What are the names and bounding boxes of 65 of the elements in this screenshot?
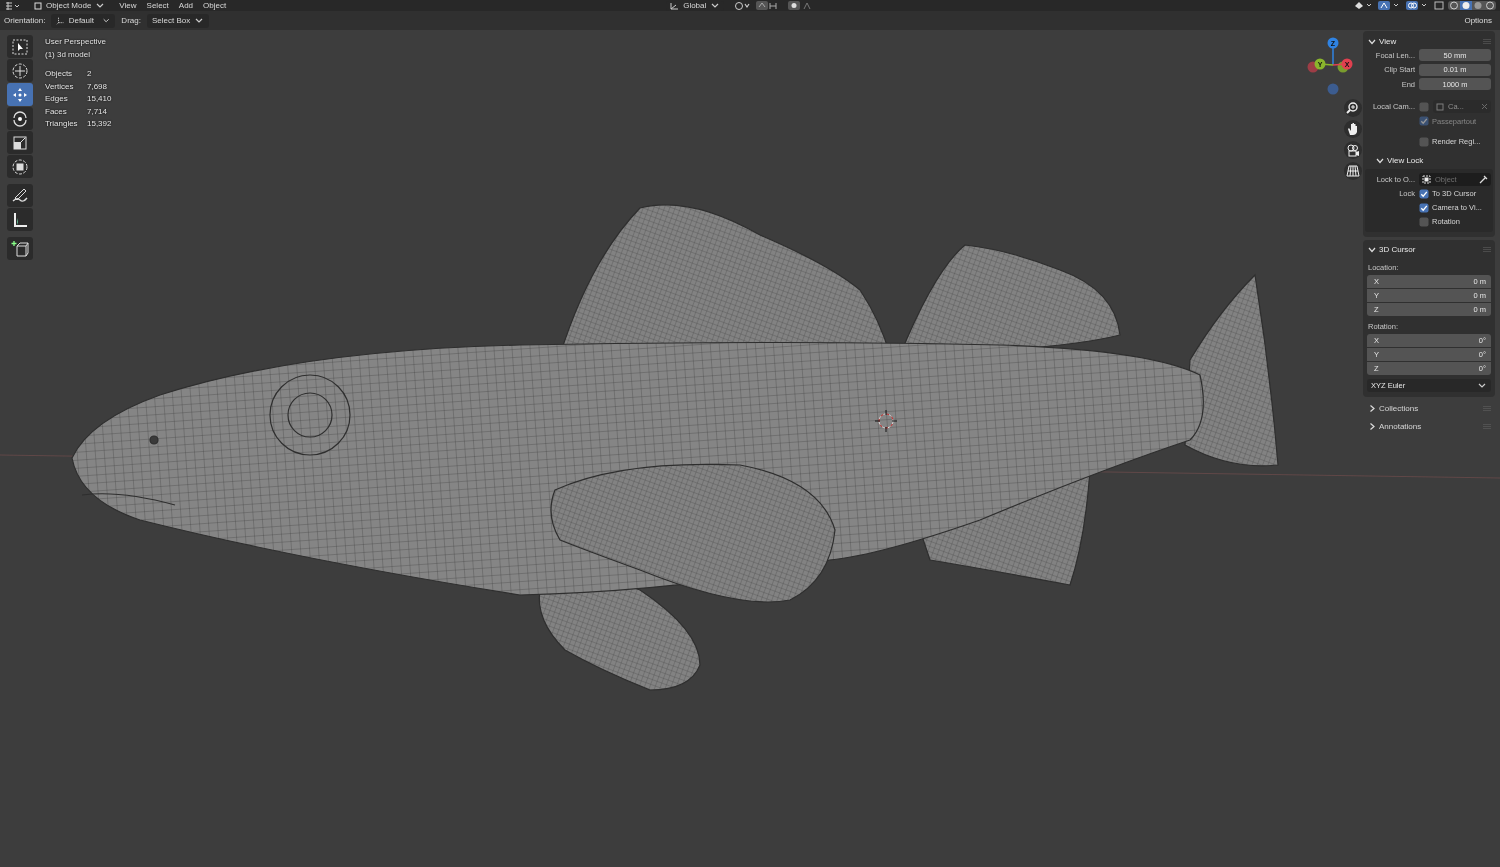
- camera-object-icon: [1436, 102, 1444, 111]
- drag-dropdown[interactable]: Select Box: [146, 13, 210, 28]
- crosshair-icon: [10, 60, 30, 81]
- tool-button[interactable]: [7, 155, 33, 178]
- menu-item[interactable]: View: [119, 1, 137, 10]
- tool-button[interactable]: [7, 208, 33, 231]
- drag-label: Drag:: [121, 16, 141, 25]
- caret-icon: [102, 16, 111, 25]
- editor-type-icon[interactable]: [4, 1, 20, 10]
- menu-item[interactable]: Select: [146, 1, 169, 10]
- object-icon: [1422, 174, 1431, 184]
- checkbox[interactable]: [1419, 202, 1429, 213]
- grid-icon[interactable]: [1344, 162, 1362, 180]
- checkbox[interactable]: [1419, 101, 1429, 112]
- zoom-icon[interactable]: [1344, 99, 1362, 117]
- tool-button[interactable]: [7, 184, 33, 207]
- caret-icon: [194, 16, 205, 25]
- object-name: (1) 3d model: [45, 48, 91, 61]
- stat-label: Vertices: [45, 80, 75, 93]
- eyedropper-icon[interactable]: [1479, 174, 1488, 184]
- checkbox[interactable]: [1419, 188, 1429, 199]
- panel-header[interactable]: Annotations: [1363, 417, 1495, 436]
- tool-button[interactable]: [7, 107, 33, 130]
- axes-icon: [670, 1, 680, 10]
- 3d-cursor-icon: [874, 409, 898, 433]
- panel-header[interactable]: 3D Cursor: [1367, 242, 1491, 257]
- shading-modes-icon[interactable]: [1448, 1, 1496, 10]
- stat-value: 7,714: [87, 105, 109, 118]
- panel-header[interactable]: View: [1367, 34, 1491, 48]
- stat-value: 15,392: [87, 118, 112, 130]
- panel-header[interactable]: Collections: [1363, 399, 1495, 418]
- select-box-icon: [10, 36, 30, 57]
- transform-orientation-icon: [56, 15, 65, 26]
- caret-icon: [95, 1, 106, 10]
- menu-item[interactable]: Add: [178, 1, 194, 10]
- caret-icon: [710, 1, 721, 10]
- view-name: User Perspective: [45, 36, 107, 48]
- stat-value: 7,698: [87, 80, 109, 93]
- orientation-label: Orientation:: [4, 16, 46, 25]
- axis-dot-icon[interactable]: [1327, 83, 1339, 95]
- rotate-icon: [10, 108, 30, 129]
- checkbox[interactable]: [1419, 136, 1429, 147]
- hand-icon[interactable]: [1344, 120, 1362, 138]
- drag-handle-icon[interactable]: [1483, 38, 1491, 44]
- checkbox[interactable]: [1419, 216, 1429, 227]
- stat-label: Faces: [45, 105, 68, 118]
- cube-plus-icon: [10, 238, 30, 259]
- tool-button[interactable]: [7, 59, 33, 82]
- clear-icon[interactable]: [1481, 103, 1488, 111]
- xray-icon[interactable]: [1434, 1, 1444, 10]
- stat-label: Edges: [45, 93, 69, 105]
- menu-item[interactable]: Object: [203, 1, 227, 10]
- camera-icon[interactable]: [1344, 141, 1362, 159]
- tool-button[interactable]: [7, 237, 33, 260]
- tool-button[interactable]: [7, 131, 33, 154]
- subpanel-header[interactable]: View Lock: [1375, 153, 1491, 167]
- tool-button[interactable]: [7, 35, 33, 58]
- stat-label: Triangles: [45, 118, 79, 130]
- drag-handle-icon[interactable]: [1483, 247, 1491, 252]
- orientation-dropdown[interactable]: Default: [51, 13, 116, 28]
- cube-icon: [34, 1, 42, 10]
- transform-icon: [10, 156, 30, 177]
- stat-label: Objects: [45, 68, 74, 80]
- stat-value: 15,410: [87, 93, 112, 105]
- stat-value: 2: [87, 68, 93, 80]
